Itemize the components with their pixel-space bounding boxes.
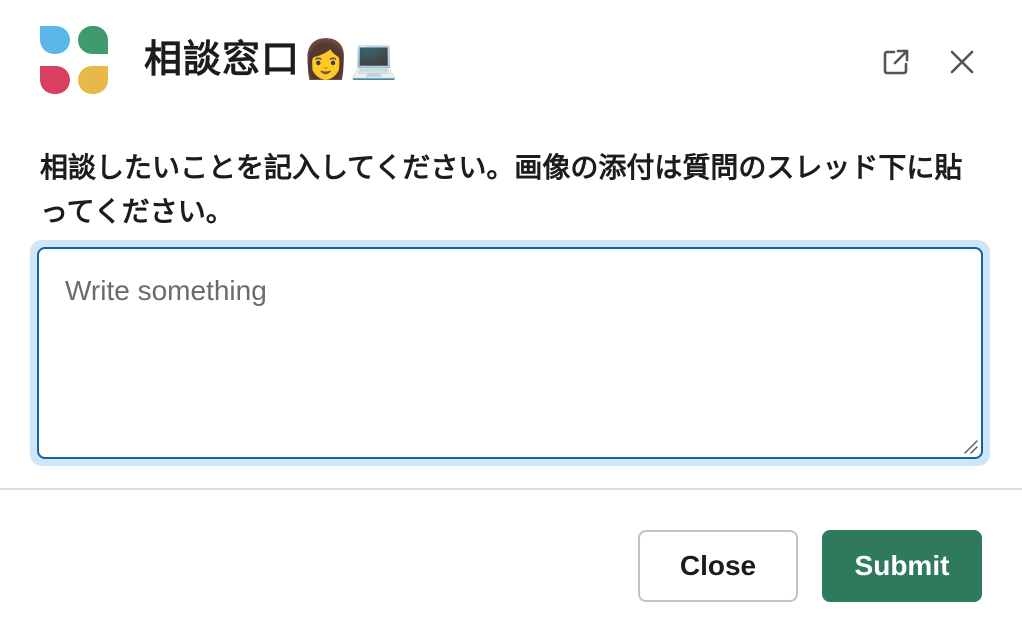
instruction-text: 相談したいことを記入してください。画像の添付は質問のスレッド下に貼ってください。: [40, 152, 963, 227]
close-icon: [950, 50, 974, 74]
submit-button[interactable]: Submit: [822, 530, 982, 602]
close-dialog-button[interactable]: [940, 40, 984, 84]
message-input-focus-ring: [30, 240, 990, 466]
open-external-button[interactable]: [874, 40, 918, 84]
external-link-icon: [883, 49, 909, 75]
close-button[interactable]: Close: [638, 530, 798, 602]
modal-title: 相談窓口 👩💻: [144, 34, 399, 86]
modal-title-text: 相談窓口: [144, 39, 301, 81]
title-emojis: 👩💻: [302, 39, 399, 81]
message-textarea[interactable]: [37, 247, 983, 459]
app-logo-icon: [40, 26, 108, 94]
resize-handle-icon[interactable]: [962, 438, 978, 454]
footer-divider: [0, 488, 1022, 490]
modal-dialog: 相談窓口 👩💻 相談したいことを記入してください。画像の添付は質問のスレッド下に…: [0, 0, 1022, 638]
